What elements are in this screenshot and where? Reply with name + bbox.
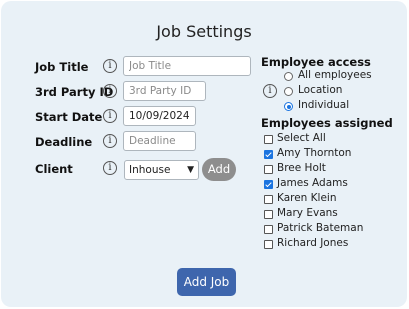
deadline-input[interactable] <box>123 131 196 151</box>
client-select[interactable]: Inhouse ▼ <box>124 160 199 180</box>
employee-checkbox[interactable] <box>264 150 273 159</box>
info-icon[interactable]: i <box>103 109 117 123</box>
access-option-label: Location <box>298 84 343 96</box>
employee-checkbox[interactable] <box>264 240 273 249</box>
info-icon[interactable]: i <box>263 84 277 98</box>
chevron-down-icon: ▼ <box>187 165 194 175</box>
employee-access-heading: Employee access <box>261 55 371 69</box>
add-job-button[interactable]: Add Job <box>177 268 236 296</box>
access-option-radio[interactable] <box>284 72 293 81</box>
employee-name: Mary Evans <box>277 207 338 219</box>
select-all-checkbox[interactable] <box>264 135 273 144</box>
third-party-id-input[interactable] <box>123 81 206 101</box>
employee-checkbox[interactable] <box>264 180 273 189</box>
info-icon[interactable]: i <box>103 161 117 175</box>
employee-checkbox[interactable] <box>264 165 273 174</box>
employee-name: Bree Holt <box>277 162 326 174</box>
access-option-radio[interactable] <box>284 102 293 111</box>
job-settings-panel: Job Settings Job Title i 3rd Party ID i … <box>1 1 407 307</box>
employee-checkbox[interactable] <box>264 195 273 204</box>
access-option-label: Individual <box>298 99 350 111</box>
employees-assigned-heading: Employees assigned <box>261 116 393 130</box>
access-option-radio[interactable] <box>284 87 293 96</box>
start-date-label: Start Date <box>35 110 103 124</box>
access-option-label: All employees <box>298 69 372 81</box>
info-icon[interactable]: i <box>103 84 117 98</box>
employee-name: James Adams <box>277 177 348 189</box>
job-title-label: Job Title <box>35 60 89 74</box>
third-party-id-label: 3rd Party ID <box>35 85 114 99</box>
employee-name: Richard Jones <box>277 237 349 249</box>
employee-checkbox[interactable] <box>264 210 273 219</box>
add-client-button[interactable]: Add <box>202 158 236 181</box>
client-label: Client <box>35 162 73 176</box>
client-selected-value: Inhouse <box>129 164 171 176</box>
employee-name: Karen Klein <box>277 192 337 204</box>
employee-name: Patrick Bateman <box>277 222 364 234</box>
select-all-label: Select All <box>277 132 326 144</box>
info-icon[interactable]: i <box>103 134 117 148</box>
info-icon[interactable]: i <box>103 59 117 73</box>
page-title: Job Settings <box>156 22 252 41</box>
employee-name: Amy Thornton <box>277 147 352 159</box>
deadline-label: Deadline <box>35 135 93 149</box>
job-title-input[interactable] <box>123 56 251 76</box>
start-date-input[interactable] <box>123 106 196 126</box>
employee-checkbox[interactable] <box>264 225 273 234</box>
